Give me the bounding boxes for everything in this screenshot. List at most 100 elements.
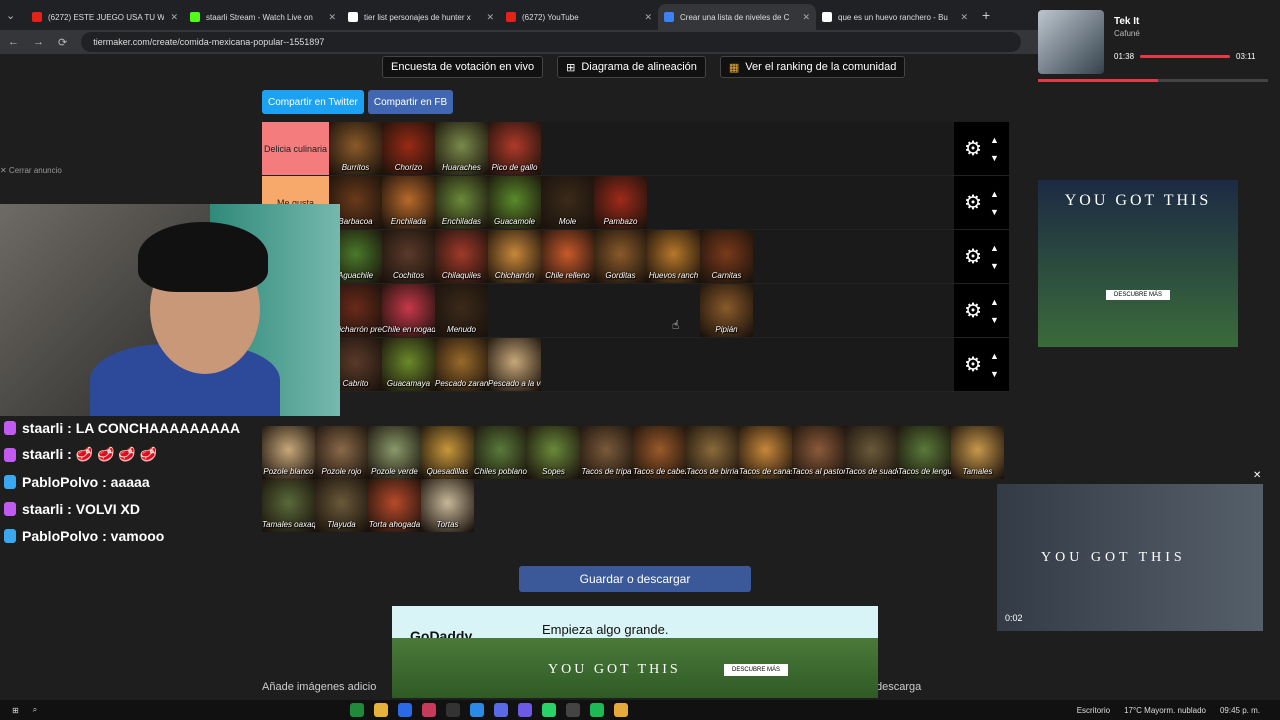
food-item[interactable]: Tortas	[421, 479, 474, 532]
chat-username[interactable]: PabloPolvo	[22, 474, 98, 490]
chat-username[interactable]: staarli	[22, 501, 63, 517]
chevron-down-icon[interactable]: ▼	[990, 257, 999, 275]
app-icon[interactable]	[398, 703, 412, 717]
food-item[interactable]: Tamales	[951, 426, 1004, 479]
song-progress[interactable]	[1038, 79, 1268, 82]
browser-tab[interactable]: Crear una lista de niveles de C ✕	[658, 4, 816, 30]
desktop-label[interactable]: Escritorio	[1077, 706, 1110, 715]
food-item[interactable]	[594, 284, 647, 337]
reload-icon[interactable]: ⟳	[58, 36, 67, 49]
gear-icon[interactable]: ⚙	[964, 190, 982, 215]
food-item[interactable]: Pozole rojo	[315, 426, 368, 479]
food-item[interactable]: Chorizo	[382, 122, 435, 175]
food-item[interactable]: Chile relleno	[541, 230, 594, 283]
browser-tab[interactable]: staarli Stream - Watch Live on ✕	[184, 4, 342, 30]
chrome-icon[interactable]	[614, 703, 628, 717]
folder-icon[interactable]	[374, 703, 388, 717]
chevron-up-icon[interactable]: ▲	[990, 185, 999, 203]
chevron-down-icon[interactable]: ▼	[990, 203, 999, 221]
forward-icon[interactable]: →	[33, 36, 44, 48]
chevron-up-icon[interactable]: ▲	[990, 293, 999, 311]
alignment-chart-button[interactable]: ⊞ Diagrama de alineación	[557, 56, 706, 78]
share-facebook-button[interactable]: Compartir en FB	[367, 90, 454, 114]
app-icon[interactable]	[422, 703, 436, 717]
food-item[interactable]: Tamales oaxaqueños	[262, 479, 315, 532]
tab-close-icon[interactable]: ✕	[486, 12, 494, 23]
food-item[interactable]: Pescado zarandeado	[435, 338, 488, 391]
food-item[interactable]: Tacos de suadero	[845, 426, 898, 479]
food-item[interactable]: Guacamole	[488, 176, 541, 229]
bottom-ad-banner[interactable]: GoDaddy Empieza algo grande. YOU GOT THI…	[392, 606, 878, 698]
tab-close-icon[interactable]: ✕	[802, 12, 810, 23]
food-item[interactable]: Tacos de canasta	[739, 426, 792, 479]
search-icon[interactable]: ⌕	[33, 705, 37, 715]
url-input[interactable]: tiermaker.com/create/comida-mexicana-pop…	[81, 32, 1022, 52]
food-item[interactable]: Pipián	[700, 284, 753, 337]
community-ranking-button[interactable]: ▦ Ver el ranking de la comunidad	[719, 56, 906, 78]
excel-icon[interactable]	[350, 703, 364, 717]
food-item[interactable]: Enchiladas	[435, 176, 488, 229]
browser-tab[interactable]: (6272) YouTube ✕	[500, 4, 658, 30]
close-icon[interactable]: ✕	[1253, 470, 1261, 481]
ad-cta-button[interactable]: DESCUBRE MÁS	[1105, 290, 1170, 300]
food-item[interactable]: Tacos al pastor	[792, 426, 845, 479]
food-item[interactable]: Gorditas	[594, 230, 647, 283]
food-item[interactable]	[541, 284, 594, 337]
close-ad-link[interactable]: ✕ Cerrar anuncio	[0, 166, 200, 178]
food-item[interactable]: Pico de gallo	[488, 122, 541, 175]
browser-tab[interactable]: tier list personajes de hunter x ✕	[342, 4, 500, 30]
food-item[interactable]: Tacos de lengua	[898, 426, 951, 479]
food-item[interactable]: Tacos de tripa	[580, 426, 633, 479]
tab-close-icon[interactable]: ✕	[960, 12, 968, 23]
food-item[interactable]: Pambazo	[594, 176, 647, 229]
food-item[interactable]: Enchilada	[382, 176, 435, 229]
new-tab-button[interactable]: +	[982, 7, 990, 23]
app-icon[interactable]	[566, 703, 580, 717]
back-icon[interactable]: ←	[8, 36, 19, 48]
food-item[interactable]: Sopes	[527, 426, 580, 479]
chevron-down-icon[interactable]: ▼	[990, 311, 999, 329]
tier-label[interactable]: Delicia culinaria	[262, 122, 329, 175]
save-download-button[interactable]: Guardar o descargar	[519, 566, 751, 592]
food-item[interactable]: Chilaquiles	[435, 230, 488, 283]
food-item[interactable]: Burritos	[329, 122, 382, 175]
food-item[interactable]: Tlayuda	[315, 479, 368, 532]
clock-text[interactable]: 09:45 p. m.	[1220, 706, 1260, 715]
food-item[interactable]: Menudo	[435, 284, 488, 337]
tiktok-icon[interactable]	[446, 703, 460, 717]
food-item[interactable]: Pozole blanco	[262, 426, 315, 479]
spotify-icon[interactable]	[590, 703, 604, 717]
edge-icon[interactable]	[470, 703, 484, 717]
live-vote-button[interactable]: Encuesta de votación en vivo	[382, 56, 544, 78]
tab-search-icon[interactable]: ⌄	[6, 9, 26, 22]
whatsapp-icon[interactable]	[542, 703, 556, 717]
food-item[interactable]: Chile en nogada	[382, 284, 435, 337]
chat-username[interactable]: staarli	[22, 446, 63, 462]
chevron-down-icon[interactable]: ▼	[990, 149, 999, 167]
tab-close-icon[interactable]: ✕	[328, 12, 336, 23]
tab-close-icon[interactable]: ✕	[644, 12, 652, 23]
chevron-down-icon[interactable]: ▼	[990, 365, 999, 383]
food-item[interactable]: Pescado a la veracruzana	[488, 338, 541, 391]
gear-icon[interactable]: ⚙	[964, 298, 982, 323]
food-item[interactable]: Cochitos	[382, 230, 435, 283]
chevron-up-icon[interactable]: ▲	[990, 239, 999, 257]
bottom-ad-cta[interactable]: DESCUBRE MÁS	[724, 664, 789, 676]
gear-icon[interactable]: ⚙	[964, 352, 982, 377]
app-icon[interactable]	[518, 703, 532, 717]
gear-icon[interactable]: ⚙	[964, 136, 982, 161]
chat-username[interactable]: PabloPolvo	[22, 528, 98, 544]
food-item[interactable]: Carnitas	[700, 230, 753, 283]
video-ad[interactable]: YOU GOT THIS 0:02	[997, 484, 1263, 631]
tab-close-icon[interactable]: ✕	[170, 12, 178, 23]
chat-username[interactable]: staarli	[22, 420, 63, 436]
adidas-ad-banner[interactable]: YOU GOT THIS DESCUBRE MÁS	[1038, 180, 1238, 347]
weather-text[interactable]: 17°C Mayorm. nublado	[1124, 706, 1206, 715]
food-item[interactable]: Pozole verde	[368, 426, 421, 479]
food-item[interactable]: Mole	[541, 176, 594, 229]
food-item[interactable]: Tacos de birria	[686, 426, 739, 479]
food-item[interactable]: Chiles poblanos	[474, 426, 527, 479]
food-item[interactable]: Quesadillas	[421, 426, 474, 479]
browser-tab[interactable]: (6272) ESTE JUEGO USA TU WE ✕	[26, 4, 184, 30]
food-item[interactable]: Chicharrón	[488, 230, 541, 283]
